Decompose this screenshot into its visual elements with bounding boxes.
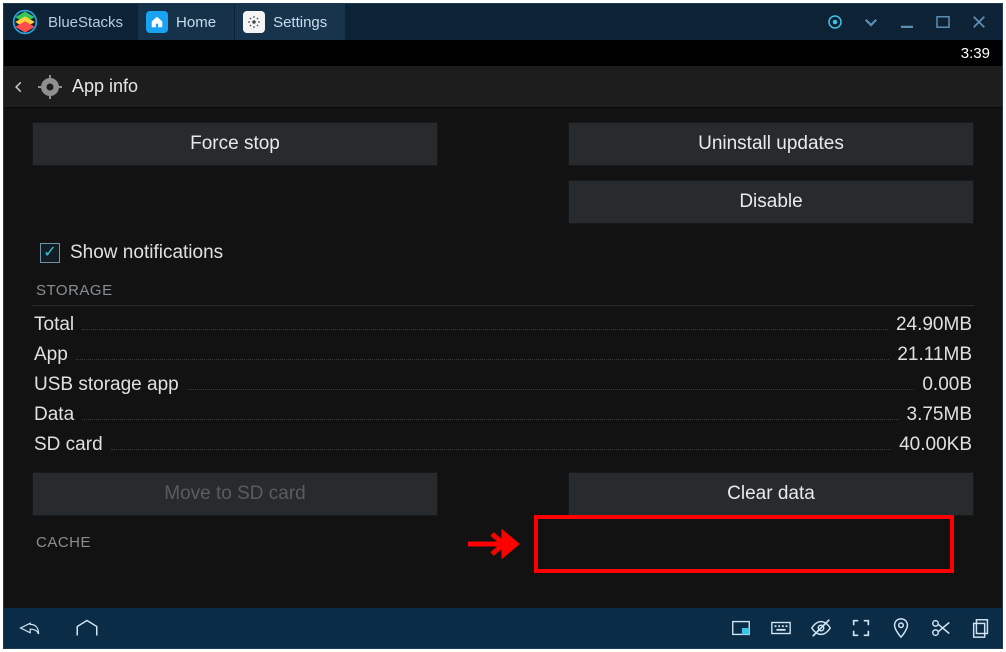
- storage-row-app: App21.11MB: [32, 340, 974, 370]
- appinfo-header: App info: [4, 66, 1002, 108]
- tab-settings-label: Settings: [273, 14, 327, 31]
- show-notifications-row[interactable]: ✓ Show notifications: [40, 242, 974, 264]
- scissors-icon[interactable]: [928, 614, 954, 642]
- clear-data-button[interactable]: Clear data: [568, 472, 974, 516]
- back-icon[interactable]: [10, 78, 28, 96]
- settings-tab-icon: [243, 11, 265, 33]
- close-button[interactable]: [968, 11, 990, 33]
- eye-off-icon[interactable]: [808, 614, 834, 642]
- window-toggle-icon[interactable]: [728, 614, 754, 642]
- app-name: BlueStacks: [46, 4, 137, 40]
- tab-home-label: Home: [176, 14, 216, 31]
- content: Force stop Uninstall updates Disable ✓ S…: [4, 108, 1002, 608]
- disable-button[interactable]: Disable: [568, 180, 974, 224]
- page-title: App info: [72, 76, 138, 97]
- android-statusbar: 3:39: [4, 40, 1002, 66]
- maximize-button[interactable]: [932, 11, 954, 33]
- minimize-button[interactable]: [896, 11, 918, 33]
- home-icon: [146, 11, 168, 33]
- home-nav-icon[interactable]: [70, 614, 104, 642]
- checkbox-icon[interactable]: ✓: [40, 243, 60, 263]
- show-notifications-label: Show notifications: [70, 242, 223, 264]
- tab-settings[interactable]: Settings: [234, 4, 345, 40]
- back-nav-icon[interactable]: [12, 614, 46, 642]
- copy-icon[interactable]: [968, 614, 994, 642]
- titlebar: BlueStacks Home Settings: [4, 4, 1002, 40]
- location-icon[interactable]: [888, 614, 914, 642]
- storage-row-total: Total24.90MB: [32, 310, 974, 340]
- cache-section-label: CACHE: [36, 534, 974, 551]
- storage-row-usb: USB storage app0.00B: [32, 370, 974, 400]
- storage-section-label: STORAGE: [36, 282, 974, 299]
- storage-row-data: Data3.75MB: [32, 400, 974, 430]
- statusbar-time: 3:39: [961, 45, 990, 62]
- bluestacks-window: BlueStacks Home Settings: [3, 3, 1003, 649]
- uninstall-updates-button[interactable]: Uninstall updates: [568, 122, 974, 166]
- window-controls: [824, 4, 1002, 40]
- gear-icon: [36, 73, 64, 101]
- tab-home[interactable]: Home: [137, 4, 234, 40]
- bottom-navbar: [4, 608, 1002, 648]
- force-stop-button[interactable]: Force stop: [32, 122, 438, 166]
- chevron-down-icon[interactable]: [860, 11, 882, 33]
- fullscreen-icon[interactable]: [848, 614, 874, 642]
- divider: [32, 305, 974, 306]
- move-to-sd-button: Move to SD card: [32, 472, 438, 516]
- target-icon[interactable]: [824, 11, 846, 33]
- storage-row-sd: SD card40.00KB: [32, 430, 974, 460]
- keyboard-icon[interactable]: [768, 614, 794, 642]
- bluestacks-logo-icon: [4, 4, 46, 40]
